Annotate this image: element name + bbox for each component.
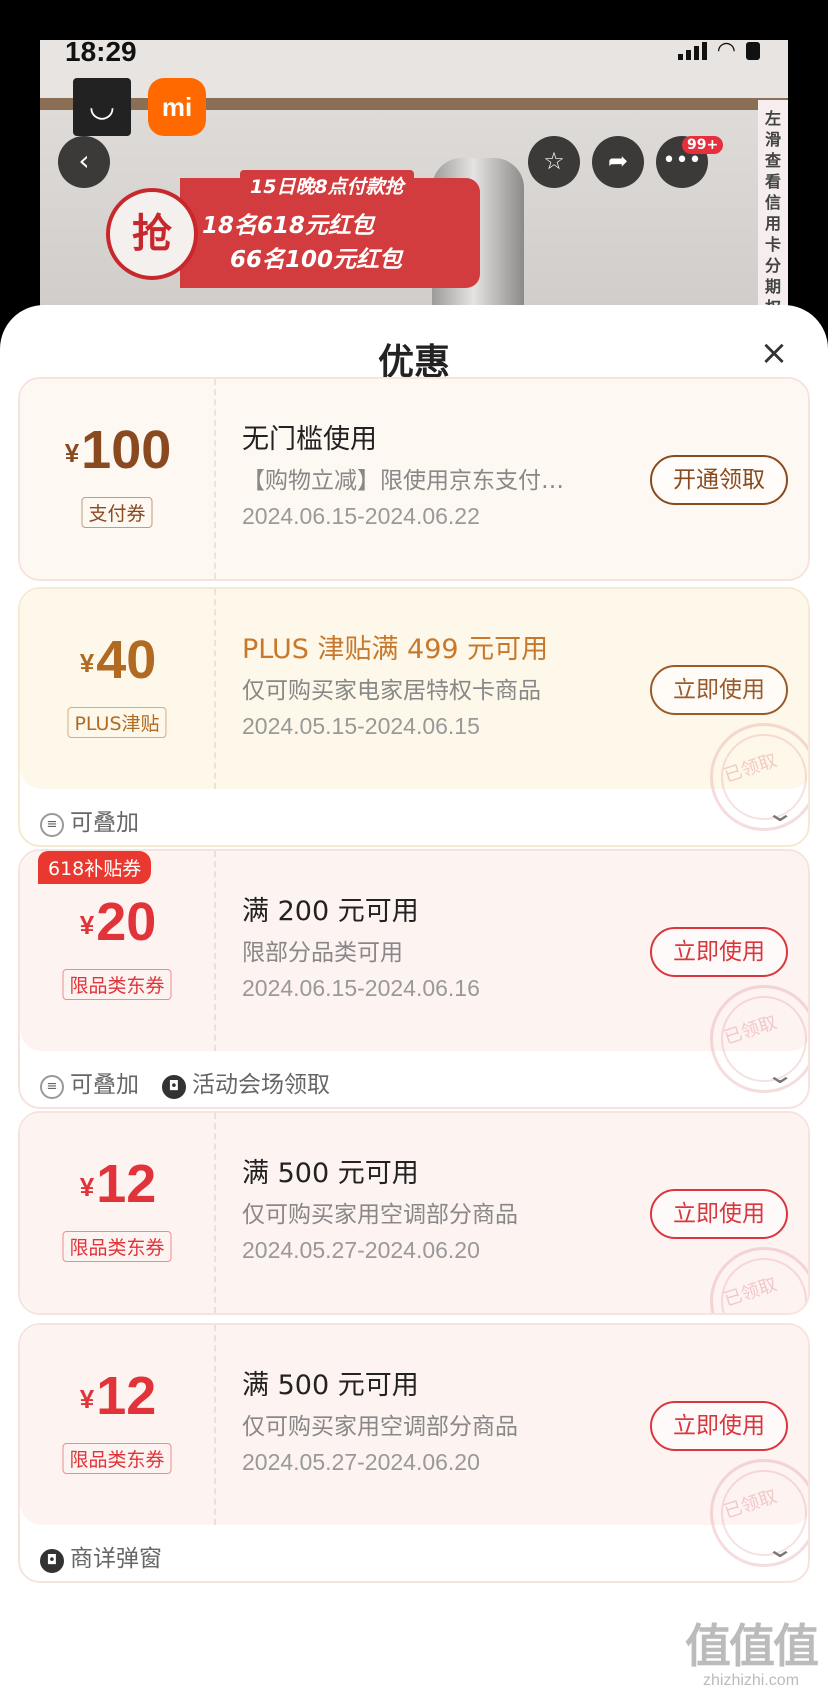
coupon-title: 满 500 元可用 [242, 1158, 419, 1189]
coupon-validity: 2024.05.27-2024.06.20 [242, 1237, 480, 1263]
coupon-description: 仅可购买家电家居特权卡商品 [242, 678, 541, 704]
coupon-footer-label: 商详弹窗 [70, 1546, 162, 1572]
coupon-validity: 2024.06.15-2024.06.22 [242, 503, 480, 529]
coupon-action-button[interactable]: 立即使用 [650, 665, 788, 715]
close-icon[interactable]: × [758, 336, 790, 371]
coupon-title: 满 500 元可用 [242, 1370, 419, 1401]
coupon-description: 限部分品类可用 [242, 940, 403, 966]
coupon-corner-badge: 618补贴券 [38, 851, 152, 884]
coupon-description: 仅可购买家用空调部分商品 [242, 1414, 518, 1440]
coupon-card: ¥100 支付券 无门槛使用【购物立减】限使用京东支付… 2024.06.15-202… [18, 377, 810, 581]
battery-icon [746, 42, 760, 60]
coupon-action-button[interactable]: 立即使用 [650, 1189, 788, 1239]
coupon-amount-value: 100 [81, 420, 172, 480]
coupon-footer-label: 可叠加 [70, 810, 139, 836]
coupon-title: 无门槛使用 [242, 424, 377, 455]
coupon-amount: ¥40 [20, 629, 216, 691]
coupon-validity: 2024.05.15-2024.06.15 [242, 713, 480, 739]
mijia-logo-icon: ◡ [73, 78, 131, 136]
yen-symbol: ¥ [79, 648, 95, 678]
venue-icon: ◘ [40, 1549, 64, 1573]
coupon-type-tag: 限品类东券 [62, 1231, 172, 1262]
coupon-description: 【购物立减】限使用京东支付… [242, 468, 564, 494]
watermark-logo: 值值值 [685, 1619, 819, 1673]
watermark: 值值值 zhizhizhi.com [676, 1610, 826, 1690]
coupon-type-tag: 限品类东券 [62, 969, 172, 1000]
coupon-footer-label: 活动会场领取 [192, 1072, 330, 1098]
coupon-amount: ¥100 [20, 419, 216, 481]
coupon-value-area: ¥40 PLUS津贴 [20, 589, 216, 789]
chevron-down-icon[interactable]: ⌄ [765, 1535, 795, 1563]
coupon-footer[interactable]: ◘ 商详弹窗 ⌄ [20, 1525, 808, 1581]
coupon-body: ¥100 支付券 无门槛使用【购物立减】限使用京东支付… 2024.06.15-202… [20, 379, 808, 579]
coupon-body: ¥12 限品类东券 满 500 元可用仅可购买家用空调部分商品 2024.05.27-… [20, 1113, 808, 1313]
coupon-footer-label: 可叠加 [70, 1072, 139, 1098]
coupon-body: ¥12 限品类东券 满 500 元可用仅可购买家用空调部分商品 2024.05.27-… [20, 1325, 808, 1567]
coupon-sheet: 优惠 × ¥100 支付券 无门槛使用 【购物立减】限使用京东支付… 2024.06.1… [0, 305, 828, 1706]
coupon-action-button[interactable]: 立即使用 [650, 1401, 788, 1451]
coupon-footer[interactable]: ≡ 可叠加 ◘ 活动会场领取 ⌄ [20, 1051, 808, 1107]
more-badge: 99+ [682, 136, 724, 154]
promo-line-2: 18名618元红包 [202, 213, 375, 239]
coupon-footer-item: ≡ 可叠加 [40, 1065, 139, 1099]
coupon-amount-value: 12 [96, 1154, 157, 1214]
favorite-star-icon[interactable]: ☆ [528, 136, 580, 188]
coupon-amount-value: 40 [96, 630, 157, 690]
coupon-value-area: ¥12 限品类东券 [20, 1325, 216, 1525]
yen-symbol: ¥ [79, 1384, 95, 1414]
share-icon[interactable]: ➦ [592, 136, 644, 188]
coupon-footer[interactable]: ≡ 可叠加 ⌄ [20, 789, 808, 845]
status-time: 18:29 [65, 40, 137, 67]
coupon-value-area: ¥100 支付券 [20, 379, 216, 579]
stack-icon: ≡ [40, 1075, 64, 1099]
yen-symbol: ¥ [79, 1172, 95, 1202]
coupon-validity: 2024.05.27-2024.06.20 [242, 1449, 480, 1475]
coupon-validity: 2024.06.15-2024.06.16 [242, 975, 480, 1001]
coupon-title: PLUS 津贴满 499 元可用 [242, 634, 549, 665]
coupon-type-tag: PLUS津贴 [67, 707, 167, 738]
promo-banner: 抢 15日晚8点付款抢 18名618元红包 66名100元红包 [90, 150, 480, 300]
coupon-amount: ¥12 [20, 1153, 216, 1215]
coupon-action-button[interactable]: 开通领取 [650, 455, 788, 505]
coupon-amount-value: 20 [96, 892, 157, 952]
coupon-amount: ¥12 [20, 1365, 216, 1427]
coupon-body: ¥40 PLUS津贴 PLUS 津贴满 499 元可用仅可购买家电家居特权卡商品 20… [20, 589, 808, 831]
promo-badge: 抢 [106, 188, 198, 280]
coupon-card: ¥40 PLUS津贴 PLUS 津贴满 499 元可用仅可购买家电家居特权卡商品 20… [18, 587, 810, 847]
coupon-title: 满 200 元可用 [242, 896, 419, 927]
coupon-card: 618补贴券 ¥20 限品类东券 满 200 元可用限部分品类可用 2024.06.15… [18, 849, 810, 1109]
coupon-footer-item: ≡ 可叠加 [40, 803, 139, 837]
yen-symbol: ¥ [79, 910, 95, 940]
signal-icon [677, 42, 707, 60]
coupon-amount-value: 12 [96, 1366, 157, 1426]
stack-icon: ≡ [40, 813, 64, 837]
coupon-footer-item: ◘ 活动会场领取 [162, 1065, 330, 1099]
coupon-amount: ¥20 [20, 891, 216, 953]
venue-icon: ◘ [162, 1075, 186, 1099]
xiaomi-logo-icon: mi [148, 78, 206, 136]
coupon-footer-item: ◘ 商详弹窗 [40, 1539, 162, 1573]
coupon-value-area: ¥12 限品类东券 [20, 1113, 216, 1313]
coupon-type-tag: 支付券 [81, 497, 153, 528]
chevron-down-icon[interactable]: ⌄ [765, 1061, 795, 1089]
coupon-action-button[interactable]: 立即使用 [650, 927, 788, 977]
wifi-icon: ◠ [716, 40, 736, 63]
yen-symbol: ¥ [64, 438, 80, 468]
coupon-description: 仅可购买家用空调部分商品 [242, 1202, 518, 1228]
screen: 18:29 ◠ ◡ mi ‹ ☆ ➦ ••• 99+ 抢 15日晚8点付款抢 1… [0, 0, 828, 1706]
coupon-type-tag: 限品类东券 [62, 1443, 172, 1474]
claimed-stamp-icon: 已领取 [710, 1247, 808, 1313]
chevron-down-icon[interactable]: ⌄ [765, 799, 795, 827]
coupon-card: ¥12 限品类东券 满 500 元可用仅可购买家用空调部分商品 2024.05.27-… [18, 1323, 810, 1583]
coupon-card: ¥12 限品类东券 满 500 元可用仅可购买家用空调部分商品 2024.05.27-… [18, 1111, 810, 1315]
status-icons: ◠ [677, 40, 760, 63]
side-tab-text: 左滑查看信用卡分期权 [764, 109, 781, 317]
promo-line-1: 15日晚8点付款抢 [240, 170, 414, 201]
promo-line-3: 66名100元红包 [230, 247, 403, 273]
